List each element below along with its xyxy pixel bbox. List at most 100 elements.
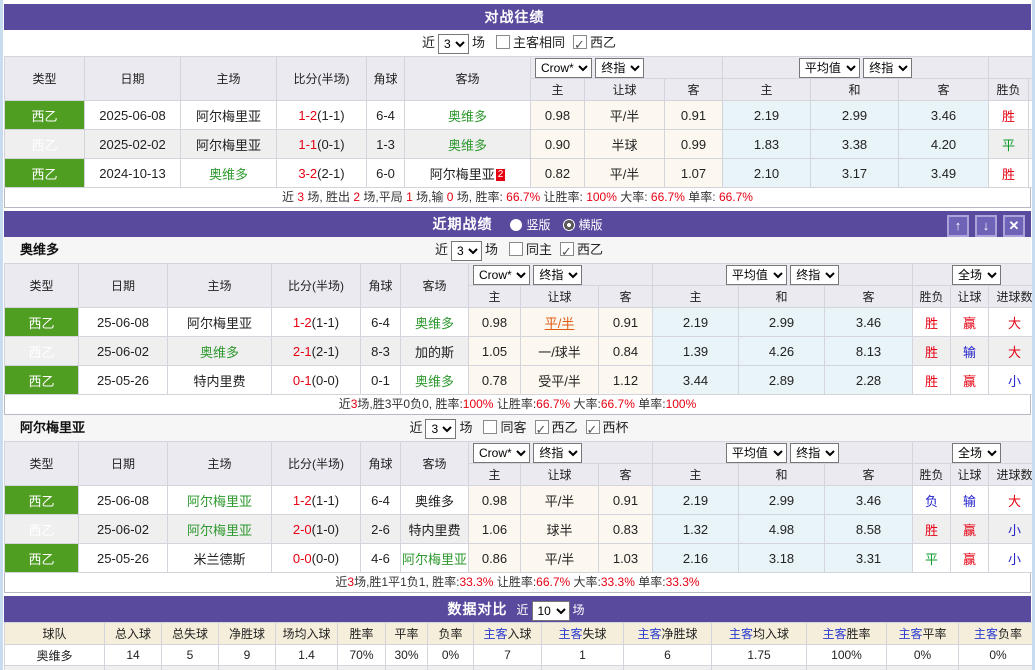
filter-checkbox[interactable]: 西乙 — [534, 417, 578, 443]
league-badge: 西乙 — [4, 129, 85, 159]
filter-checkbox[interactable]: 同客 — [483, 420, 527, 435]
away-team-name: 奥维多 — [447, 108, 487, 124]
radio-circle — [562, 219, 575, 231]
odds-handicap-cell: 半球 — [584, 129, 665, 159]
scope-select[interactable]: 全场 — [952, 442, 1002, 463]
home-team-cell: 阿尔梅里亚 — [167, 514, 272, 544]
near-count-select[interactable]: 3 — [437, 33, 469, 54]
oviedo-filter: 近3场 同主 西乙 — [432, 239, 603, 265]
avg-source-select[interactable]: 平均值 — [725, 442, 787, 463]
away-team-cell: 奥维多 — [404, 129, 531, 159]
summary-text: 33.3% — [600, 575, 635, 589]
col-avg-away: 客 — [824, 285, 914, 308]
half-score: (2-1) — [311, 343, 340, 359]
odds-handicap-cell: 平/半 — [584, 100, 665, 130]
handicap-result-cell: 输 — [950, 485, 990, 515]
match-row: 西乙 25-06-02 阿尔梅里亚 2-0(1-0) 2-6 特内里费 1.06 球半 0.83… — [4, 514, 1032, 544]
stat-cell: 13 — [161, 665, 219, 670]
col-handicap-result: 让球 — [950, 463, 990, 486]
checkbox-label: 主客相同 — [513, 35, 566, 50]
layout-radio-horizontal[interactable]: 横版 — [562, 218, 603, 232]
odds-handicap-cell[interactable]: 平/半 — [520, 307, 599, 337]
avg-source-select[interactable]: 平均值 — [725, 264, 787, 285]
away-team-name: 奥维多 — [414, 315, 454, 331]
near-count-select[interactable]: 3 — [450, 240, 482, 261]
avg-final-select[interactable]: 终指 — [790, 264, 840, 285]
checkbox-box — [509, 242, 523, 256]
h2h-table: 类型 日期 主场 比分(半场) 角球 客场 Crow* 终指 平均值 终指 全场… — [4, 56, 1032, 188]
header-label: 球队 — [42, 627, 67, 641]
odds-source-select[interactable]: Crow* — [473, 264, 530, 285]
header-prefix: 主客 — [558, 627, 583, 641]
handicap-result-cell: 赢 — [950, 365, 990, 395]
almeria-summary: 近3场,胜1平1负1, 胜率:33.3% 让胜率:66.7% 大率:33.3% … — [4, 573, 1031, 593]
filter-checkbox[interactable]: 同主 — [509, 242, 552, 257]
summary-text: 场,平局 — [360, 190, 407, 204]
summary-text: 大率: — [570, 575, 601, 589]
avg-group-header: 平均值 终指 — [652, 263, 914, 286]
avg-final-select[interactable]: 终指 — [790, 442, 840, 463]
recent-title-bar: 近期战绩 竖版 横版 ↑ ↓ ✕ — [4, 211, 1031, 237]
odds-final-select[interactable]: 终指 — [533, 264, 583, 285]
stat-cell: 10% — [385, 665, 428, 670]
match-row: 西乙 25-05-26 特内里费 0-1(0-0) 0-1 奥维多 0.78 受平/半 1.12… — [4, 365, 1032, 395]
move-up-button[interactable]: ↑ — [947, 214, 969, 237]
filter-checkbox[interactable]: 西杯 — [585, 417, 629, 443]
scope-select[interactable]: 全场 — [952, 264, 1002, 285]
move-down-button[interactable]: ↓ — [975, 214, 997, 237]
score-cell: 2-1(2-1) — [271, 336, 361, 366]
odds-source-select[interactable]: Crow* — [535, 57, 592, 78]
scope-group-header: 全场 — [988, 56, 1032, 79]
close-button[interactable]: ✕ — [1003, 214, 1025, 237]
odds-final-select[interactable]: 终指 — [533, 442, 583, 463]
stat-cell: 0% — [886, 644, 959, 666]
avg-final-select[interactable]: 终指 — [863, 57, 913, 78]
layout-radio-vertical[interactable]: 竖版 — [510, 218, 551, 232]
odds-away-cell: 1.03 — [597, 543, 654, 573]
compare-count-select[interactable]: 10 — [531, 600, 570, 621]
half-score: (1-1) — [317, 107, 345, 123]
filter-checkbox[interactable]: 西乙 — [573, 32, 616, 58]
match-row: 西乙 25-06-02 奥维多 2-1(2-1) 8-3 加的斯 1.05 一/球半 0.84 1… — [4, 336, 1032, 366]
result-cell: 胜 — [988, 100, 1030, 130]
corner-cell: 8-3 — [360, 336, 401, 366]
column-header: 主客负率 — [958, 622, 1032, 645]
result-cell: 平 — [912, 543, 952, 573]
checkbox-box — [534, 417, 549, 443]
league-badge: 西乙 — [4, 365, 79, 395]
half-score: (0-1) — [317, 136, 345, 152]
avg-away-cell: 3.46 — [898, 100, 990, 130]
avg-draw-cell: 4.26 — [738, 336, 826, 366]
home-team-cell: 米兰德斯 — [167, 543, 272, 573]
radio-label: 横版 — [578, 218, 603, 232]
summary-text: 100% — [462, 397, 494, 411]
avg-group-header: 平均值 终指 — [722, 56, 990, 79]
handicap-result-cell: 输 — [950, 336, 990, 366]
date-cell: 25-06-08 — [78, 307, 168, 337]
odds-home-cell: 0.86 — [468, 543, 521, 573]
odds-source-select[interactable]: Crow* — [473, 442, 530, 463]
handicap-result-cell: 赢 — [1028, 129, 1032, 159]
odds-group-header: Crow* 终指 — [529, 56, 724, 79]
odds-handicap-cell: 一/球半 — [520, 336, 599, 366]
near-count-select[interactable]: 3 — [425, 418, 457, 439]
goals-cell: 大 — [988, 485, 1032, 515]
full-score: 2-0 — [292, 521, 312, 537]
column-header: 主客胜率 — [806, 622, 887, 645]
avg-away-cell: 2.28 — [824, 365, 914, 395]
column-header: 胜率 — [337, 622, 386, 645]
avg-source-select[interactable]: 平均值 — [798, 57, 860, 78]
match-analysis-page: 对战往绩 近3场主客相同西乙 类型 日期 主场 比分(半场) 角球 客场 — [0, 0, 1035, 670]
col-avg-away: 客 — [824, 463, 914, 486]
date-cell: 2025-06-08 — [84, 100, 181, 130]
summary-text: 66.7% — [650, 190, 685, 204]
column-header: 主客均入球 — [711, 622, 807, 645]
header-label: 均入球 — [753, 627, 790, 641]
score-cell: 1-2(1-1) — [276, 100, 367, 130]
half-score: (1-1) — [311, 314, 340, 330]
avg-draw-cell: 4.98 — [738, 514, 826, 544]
filter-checkbox[interactable]: 主客相同 — [496, 35, 565, 50]
odds-final-select[interactable]: 终指 — [595, 57, 645, 78]
col-date: 日期 — [84, 56, 181, 101]
filter-checkbox[interactable]: 西乙 — [560, 239, 603, 265]
